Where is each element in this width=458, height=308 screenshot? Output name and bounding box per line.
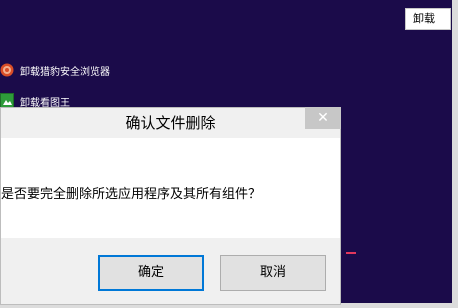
window-frame-right (452, 0, 458, 308)
app-list-item-label: 卸载猎豹安全浏览器 (20, 66, 110, 78)
decorative-accent (346, 252, 356, 254)
dialog-message: 是否要完全删除所选应用程序及其所有组件？ (1, 187, 262, 202)
cancel-button[interactable]: 取消 (220, 255, 326, 291)
close-button[interactable]: ✕ (305, 107, 341, 129)
ok-button[interactable]: 确定 (98, 255, 204, 291)
dialog-footer: 确定 取消 (1, 238, 340, 304)
dialog-body: 是否要完全删除所选应用程序及其所有组件？ (1, 138, 340, 238)
close-icon: ✕ (317, 110, 329, 126)
search-input[interactable]: 卸载 (405, 8, 451, 30)
dialog-title: 确认文件删除 (1, 108, 340, 138)
app-list-item-cheetah-uninstall[interactable]: 卸载猎豹安全浏览器 (0, 60, 110, 80)
confirm-delete-dialog: 确认文件删除 是否要完全删除所选应用程序及其所有组件？ 确定 取消 (0, 107, 341, 305)
cheetah-browser-icon (0, 62, 14, 78)
